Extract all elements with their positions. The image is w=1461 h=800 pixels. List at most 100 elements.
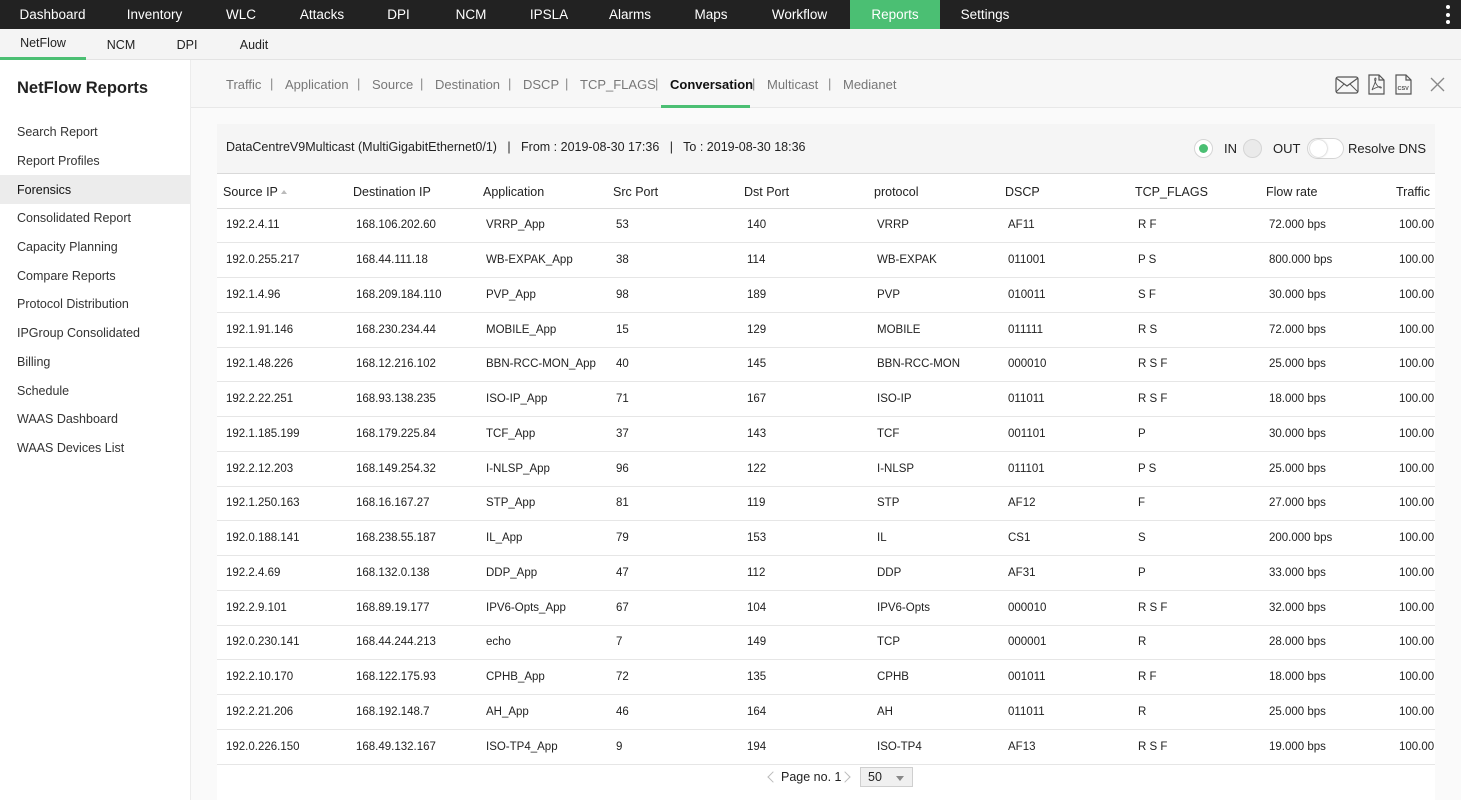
cell-application: BBN-RCC-MON_App	[477, 347, 607, 383]
report-panel: DataCentreV9Multicast (MultiGigabitEther…	[217, 124, 1435, 800]
cell-source-ip: 192.0.226.150	[217, 729, 347, 765]
column-header-dscp[interactable]: DSCP	[999, 176, 1129, 209]
csv-icon[interactable]: CSV	[1395, 74, 1412, 95]
column-header-source-ip[interactable]: Source IP	[217, 176, 347, 209]
subnav-ncm[interactable]: NCM	[86, 29, 156, 60]
column-header-src-port[interactable]: Src Port	[607, 176, 738, 209]
nav-workflow[interactable]: Workflow	[749, 0, 850, 29]
nav-ncm[interactable]: NCM	[431, 0, 511, 29]
tab-traffic[interactable]: Traffic	[226, 60, 261, 108]
cell-dscp: 000010	[999, 590, 1129, 626]
nav-alarms[interactable]: Alarms	[587, 0, 673, 29]
sidebar-item-report-profiles[interactable]: Report Profiles	[0, 146, 190, 175]
subnav-dpi[interactable]: DPI	[156, 29, 218, 60]
table-row[interactable]: 192.1.250.163 168.16.167.27 STP_App 81 119 ST…	[217, 486, 1435, 522]
sidebar-item-schedule[interactable]: Schedule	[0, 376, 190, 405]
cell-tcp-flags: R	[1129, 694, 1260, 730]
sort-icon[interactable]	[280, 190, 287, 195]
cell-traffic: 100.00	[1390, 625, 1435, 661]
tab-multicast[interactable]: Multicast	[767, 60, 818, 108]
report-info-text: DataCentreV9Multicast (MultiGigabitEther…	[226, 140, 806, 154]
out-radio[interactable]	[1243, 139, 1262, 158]
more-options-icon[interactable]	[1443, 5, 1453, 24]
table-row[interactable]: 192.2.4.69 168.132.0.138 DDP_App 47 112 DDP AF…	[217, 555, 1435, 591]
table-row[interactable]: 192.2.12.203 168.149.254.32 I-NLSP_App 96 12…	[217, 451, 1435, 487]
pdf-icon[interactable]	[1368, 74, 1385, 95]
tab-tcp-flags[interactable]: TCP_FLAGS	[580, 60, 656, 108]
cell-src-port: 53	[607, 208, 738, 244]
sidebar-item-capacity-planning[interactable]: Capacity Planning	[0, 232, 190, 261]
nav-settings[interactable]: Settings	[940, 0, 1030, 29]
column-header-destination-ip[interactable]: Destination IP	[347, 176, 477, 209]
nav-dpi[interactable]: DPI	[366, 0, 431, 29]
table-row[interactable]: 192.2.22.251 168.93.138.235 ISO-IP_App 71 16…	[217, 381, 1435, 417]
tab-destination[interactable]: Destination	[435, 60, 500, 108]
column-header-tcp-flags[interactable]: TCP_FLAGS	[1129, 176, 1260, 209]
resolve-dns-toggle[interactable]	[1307, 138, 1344, 159]
tab-separator: |	[508, 76, 512, 91]
cell-source-ip: 192.0.188.141	[217, 520, 347, 556]
table-row[interactable]: 192.0.188.141 168.238.55.187 IL_App 79 153 IL…	[217, 520, 1435, 556]
tab-source[interactable]: Source	[372, 60, 413, 108]
cell-dscp: 001101	[999, 416, 1129, 452]
cell-flow-rate: 30.000 bps	[1260, 416, 1390, 452]
cell-protocol: I-NLSP	[868, 451, 999, 487]
subnav-audit[interactable]: Audit	[218, 29, 290, 60]
cell-source-ip: 192.2.4.11	[217, 208, 347, 244]
nav-ipsla[interactable]: IPSLA	[511, 0, 587, 29]
cell-dscp: 011101	[999, 451, 1129, 487]
sidebar-item-forensics[interactable]: Forensics	[0, 175, 190, 204]
column-header-dst-port[interactable]: Dst Port	[738, 176, 868, 209]
cell-source-ip: 192.0.255.217	[217, 242, 347, 278]
cell-application: WB-EXPAK_App	[477, 242, 607, 278]
cell-protocol: MOBILE	[868, 312, 999, 348]
sidebar-item-billing[interactable]: Billing	[0, 347, 190, 376]
nav-wlc[interactable]: WLC	[204, 0, 278, 29]
table-row[interactable]: 192.0.226.150 168.49.132.167 ISO-TP4_App 9 1…	[217, 729, 1435, 765]
email-icon[interactable]	[1335, 76, 1359, 94]
previous-page-icon[interactable]	[767, 771, 779, 783]
sidebar-item-compare-reports[interactable]: Compare Reports	[0, 261, 190, 290]
page-size-select[interactable]: 50	[860, 767, 913, 787]
sidebar-item-waas-devices-list[interactable]: WAAS Devices List	[0, 433, 190, 462]
subnav-netflow[interactable]: NetFlow	[0, 29, 86, 60]
nav-dashboard[interactable]: Dashboard	[0, 0, 105, 29]
cell-dst-port: 153	[738, 520, 868, 556]
cell-traffic: 100.00	[1390, 451, 1435, 487]
cell-flow-rate: 25.000 bps	[1260, 347, 1390, 383]
column-header-traffic[interactable]: Traffic	[1390, 176, 1435, 209]
cell-src-port: 96	[607, 451, 738, 487]
column-header-flow-rate[interactable]: Flow rate	[1260, 176, 1390, 209]
table-row[interactable]: 192.1.48.226 168.12.216.102 BBN-RCC-MON_Ap…	[217, 347, 1435, 383]
table-row[interactable]: 192.1.91.146 168.230.234.44 MOBILE_App 15 12…	[217, 312, 1435, 348]
cell-source-ip: 192.2.10.170	[217, 659, 347, 695]
tab-dscp[interactable]: DSCP	[523, 60, 559, 108]
nav-inventory[interactable]: Inventory	[105, 0, 204, 29]
sidebar-item-waas-dashboard[interactable]: WAAS Dashboard	[0, 404, 190, 433]
table-row[interactable]: 192.2.21.206 168.192.148.7 AH_App 46 164 AH 01…	[217, 694, 1435, 730]
tab-application[interactable]: Application	[285, 60, 349, 108]
column-header-protocol[interactable]: protocol	[868, 176, 999, 209]
cell-protocol: STP	[868, 486, 999, 522]
table-row[interactable]: 192.2.4.11 168.106.202.60 VRRP_App 53 140 VRR…	[217, 208, 1435, 244]
sidebar-item-search-report[interactable]: Search Report	[0, 117, 190, 146]
table-row[interactable]: 192.1.185.199 168.179.225.84 TCF_App 37 143 T…	[217, 416, 1435, 452]
sidebar-item-consolidated-report[interactable]: Consolidated Report	[0, 203, 190, 232]
in-radio[interactable]	[1194, 139, 1213, 158]
sidebar-item-ipgroup-consolidated[interactable]: IPGroup Consolidated	[0, 318, 190, 347]
nav-reports[interactable]: Reports	[850, 0, 940, 29]
cell-flow-rate: 33.000 bps	[1260, 555, 1390, 591]
table-row[interactable]: 192.2.9.101 168.89.19.177 IPV6-Opts_App 67 1…	[217, 590, 1435, 626]
tab-medianet[interactable]: Medianet	[843, 60, 896, 108]
close-icon[interactable]	[1430, 77, 1445, 92]
table-row[interactable]: 192.0.230.141 168.44.244.213 echo 7 149 TCP 00…	[217, 625, 1435, 661]
nav-maps[interactable]: Maps	[673, 0, 749, 29]
nav-attacks[interactable]: Attacks	[278, 0, 366, 29]
sidebar-item-protocol-distribution[interactable]: Protocol Distribution	[0, 289, 190, 318]
cell-dst-port: 194	[738, 729, 868, 765]
tab-conversation[interactable]: Conversation	[670, 60, 753, 108]
table-row[interactable]: 192.1.4.96 168.209.184.110 PVP_App 98 189 PVP…	[217, 277, 1435, 313]
table-row[interactable]: 192.0.255.217 168.44.111.18 WB-EXPAK_App 38…	[217, 242, 1435, 278]
column-header-application[interactable]: Application	[477, 176, 607, 209]
table-row[interactable]: 192.2.10.170 168.122.175.93 CPHB_App 72 135 C…	[217, 659, 1435, 695]
